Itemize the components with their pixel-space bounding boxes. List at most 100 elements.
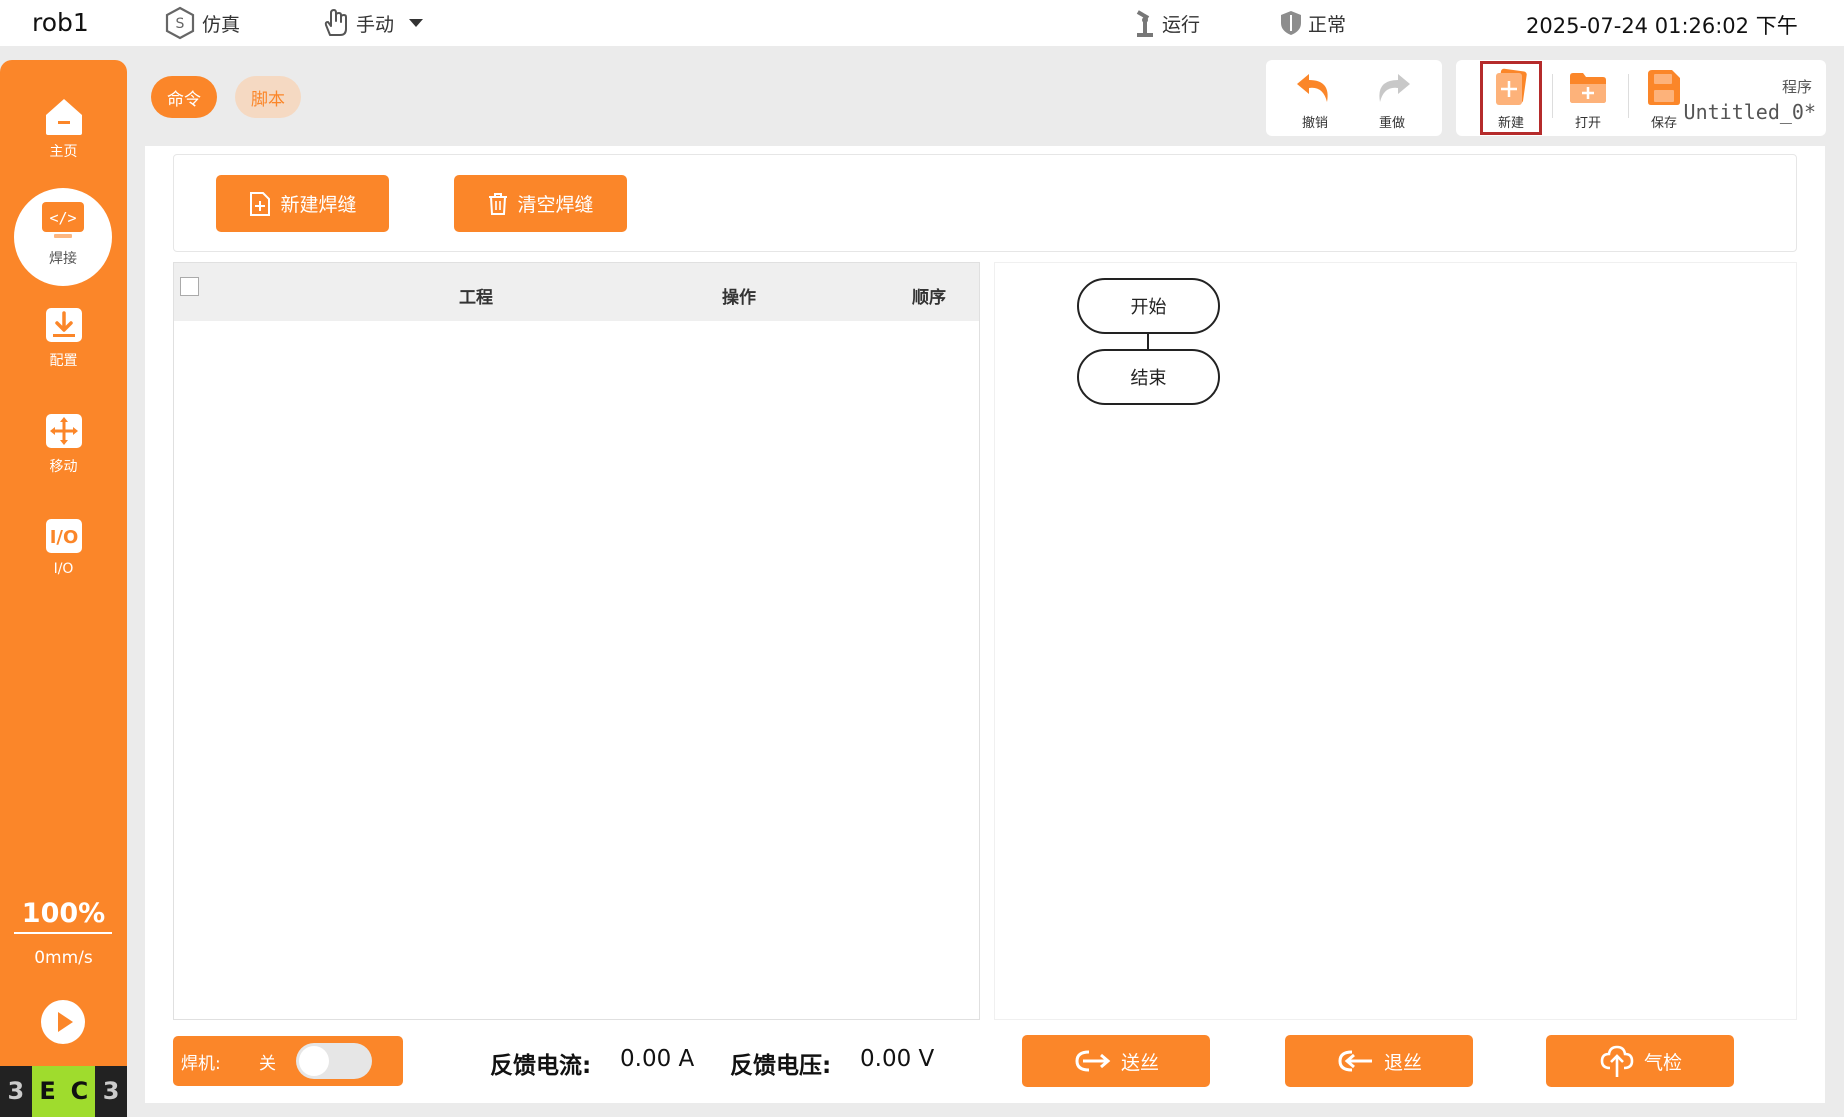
tab-command-label: 命令 (167, 89, 201, 110)
shield-icon (1281, 11, 1301, 35)
folder-open-icon (1570, 73, 1606, 103)
flow-end-label: 结束 (1130, 368, 1167, 389)
program-label: 程序 (1781, 78, 1812, 96)
speed-value: 0mm/s (34, 948, 93, 968)
svg-text:I/O: I/O (49, 527, 78, 548)
robot-arm-icon (1136, 10, 1153, 37)
svg-text:</>: </> (49, 209, 76, 227)
select-all-checkbox[interactable] (180, 277, 199, 296)
gas-check-icon (1600, 1045, 1634, 1077)
play-button[interactable] (41, 1000, 85, 1044)
gas-check-button[interactable]: 气检 (1546, 1035, 1734, 1087)
feedback-voltage-label: 反馈电压: (730, 1053, 832, 1079)
new-file-icon (1496, 68, 1527, 105)
simulation-toggle[interactable]: S 仿真 (162, 5, 240, 41)
safety-status: 正常 (1278, 7, 1346, 39)
file-toolbar: 新建 打开 保存 程序 Untitled_0* (1456, 60, 1826, 136)
open-label: 打开 (1574, 116, 1601, 131)
datetime: 2025-07-24 01:26:02 下午 (1526, 14, 1798, 38)
trash-icon (489, 192, 508, 215)
manual-mode-dropdown[interactable]: 手动 (318, 5, 426, 41)
top-status-bar: rob1 S 仿真 手动 运行 正常 2025-07-24 01:26:02 下… (0, 0, 1844, 46)
new-seam-label: 新建焊缝 (280, 194, 357, 216)
play-icon (58, 1012, 73, 1032)
gas-check-label: 气检 (1643, 1051, 1682, 1074)
undo-label: 撤销 (1301, 116, 1328, 131)
sidebar-item-welding-label: 焊接 (49, 251, 77, 267)
sidebar-item-config-label: 配置 (49, 353, 78, 369)
retract-wire-label: 退丝 (1383, 1051, 1422, 1074)
sidebar-item-home-label: 主页 (49, 144, 78, 160)
seam-action-bar (173, 154, 1797, 252)
history-toolbar: 撤销 重做 (1266, 60, 1442, 136)
tab-script[interactable]: 脚本 (235, 76, 301, 118)
flowchart-panel: 开始 结束 (994, 262, 1797, 1020)
sidebar-item-welding[interactable]: </> 焊接 (14, 188, 112, 286)
column-header-order: 顺序 (912, 288, 946, 308)
logo-letter-2: E (31, 1066, 64, 1117)
chevron-down-icon (409, 19, 424, 27)
column-header-operation: 操作 (722, 288, 756, 308)
brand-logo: 3 E C 3 (0, 1066, 127, 1117)
welder-toggle[interactable] (296, 1043, 372, 1079)
hand-icon (324, 9, 347, 36)
clear-seam-label: 清空焊缝 (517, 194, 594, 216)
program-name: Untitled_0* (1683, 100, 1816, 124)
retract-wire-button[interactable]: 退丝 (1285, 1035, 1473, 1087)
retract-wire-icon (1338, 1050, 1372, 1072)
sidebar-item-config[interactable]: 配置 (0, 304, 127, 370)
logo-letter-3: C (63, 1066, 96, 1117)
logo-letter-1: 3 (0, 1066, 32, 1117)
download-icon (45, 308, 82, 342)
sidebar-item-io[interactable]: I/O I/O (0, 515, 127, 577)
speed-divider (14, 932, 112, 934)
flow-start-label: 开始 (1130, 297, 1167, 318)
undo-button[interactable]: 撤销 (1285, 70, 1345, 131)
table-header: 工程 操作 顺序 (174, 263, 979, 321)
simulation-label: 仿真 (202, 13, 241, 36)
tab-command[interactable]: 命令 (151, 76, 217, 118)
simulation-icon: S (165, 6, 195, 40)
flow-start-node[interactable]: 开始 (1077, 278, 1220, 334)
run-status: 运行 (1132, 7, 1200, 39)
new-button[interactable]: 新建 (1481, 68, 1541, 131)
redo-button[interactable]: 重做 (1362, 70, 1422, 131)
add-file-icon (250, 191, 271, 216)
flow-end-node[interactable]: 结束 (1077, 349, 1220, 405)
svg-text:S: S (176, 16, 185, 32)
welder-label: 焊机: (181, 1054, 221, 1074)
new-label: 新建 (1497, 116, 1524, 131)
feedback-voltage-value: 0.00 V (860, 1046, 935, 1072)
flow-connector (1147, 334, 1149, 350)
code-icon: </> (42, 202, 84, 238)
welder-state: 关 (259, 1054, 276, 1074)
welder-control: 焊机: 关 (173, 1036, 403, 1086)
undo-icon (1297, 74, 1328, 102)
column-header-project: 工程 (459, 288, 493, 308)
redo-icon (1379, 74, 1410, 102)
save-icon (1648, 70, 1680, 105)
move-icon (45, 414, 82, 448)
sidebar-item-move[interactable]: 移动 (0, 410, 127, 476)
speed-percent: 100% (21, 898, 106, 929)
toolbar-divider (1628, 74, 1629, 118)
sidebar-item-home[interactable]: 主页 (0, 95, 127, 161)
feed-wire-label: 送丝 (1120, 1051, 1159, 1074)
new-seam-button[interactable]: 新建焊缝 (216, 175, 389, 232)
home-icon (45, 99, 82, 135)
run-label: 运行 (1162, 13, 1201, 36)
feed-wire-button[interactable]: 送丝 (1022, 1035, 1210, 1087)
welder-toggle-knob (299, 1046, 329, 1076)
open-button[interactable]: 打开 (1558, 68, 1618, 131)
seam-table: 工程 操作 顺序 (173, 262, 980, 1020)
manual-mode-label: 手动 (356, 13, 395, 36)
clear-seam-button[interactable]: 清空焊缝 (454, 175, 627, 232)
feedback-current-label: 反馈电流: (490, 1053, 592, 1079)
io-icon: I/O (45, 519, 82, 553)
sidebar: 主页 </> 焊接 配置 移动 I/O I/O 100% 0mm/s (0, 60, 127, 1117)
robot-name: rob1 (32, 8, 89, 37)
sidebar-item-io-label: I/O (53, 561, 74, 577)
redo-label: 重做 (1378, 116, 1405, 131)
tab-script-label: 脚本 (251, 89, 285, 110)
feed-wire-icon (1075, 1050, 1111, 1072)
